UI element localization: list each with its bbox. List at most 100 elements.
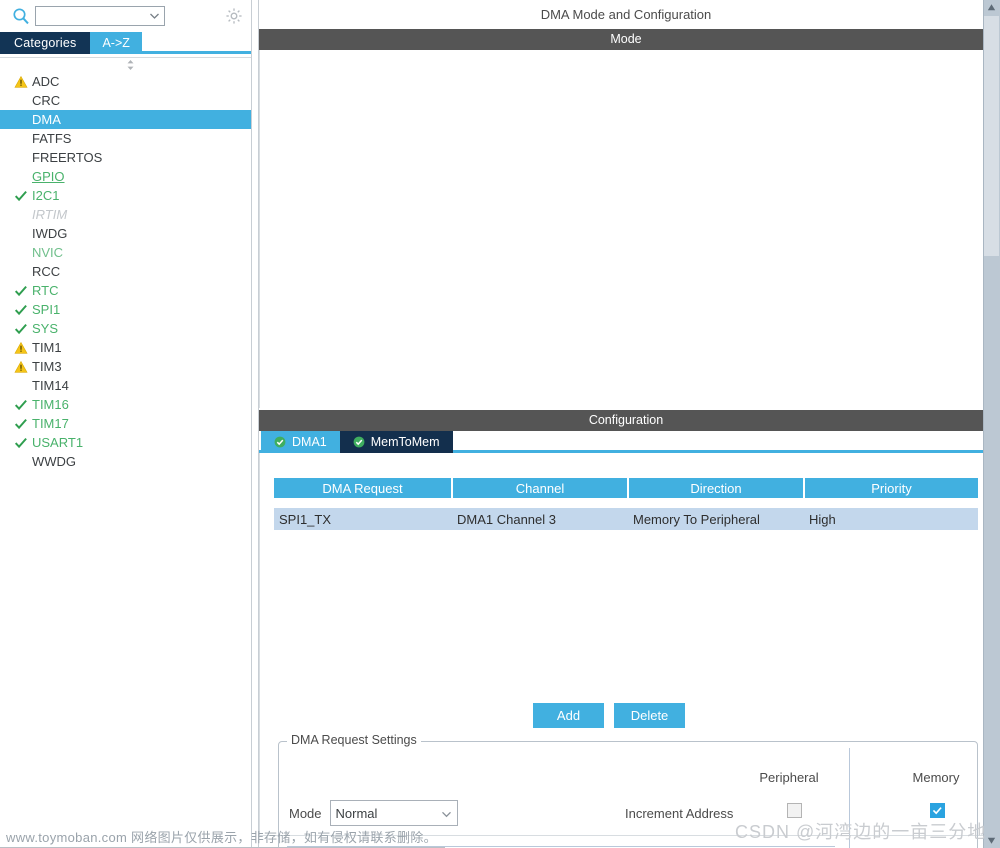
- status-placeholder-icon: [13, 245, 28, 260]
- cell-channel[interactable]: DMA1 Channel 3: [452, 508, 628, 530]
- sidebar-item-irtim[interactable]: IRTIM: [0, 205, 251, 224]
- sidebar-item-tim1[interactable]: TIM1: [0, 338, 251, 357]
- tab-dma1[interactable]: DMA1: [261, 431, 340, 453]
- warning-icon: [13, 74, 28, 89]
- increment-address-label: Increment Address: [625, 806, 733, 821]
- table-action-buttons: Add Delete: [533, 703, 685, 728]
- sidebar-item-label: NVIC: [32, 245, 63, 260]
- configuration-body: DMA Request Channel Direction Priority S…: [259, 453, 993, 836]
- check-icon: [13, 283, 28, 298]
- sidebar-item-label: WWDG: [32, 454, 76, 469]
- sidebar-item-label: FREERTOS: [32, 150, 102, 165]
- sidebar-item-rcc[interactable]: RCC: [0, 262, 251, 281]
- mode-select[interactable]: Normal: [330, 800, 458, 826]
- scroll-updown-icon[interactable]: [124, 59, 137, 71]
- tab-memtomem-label: MemToMem: [371, 435, 440, 449]
- delete-button[interactable]: Delete: [614, 703, 685, 728]
- status-placeholder-icon: [13, 93, 28, 108]
- sidebar-item-crc[interactable]: CRC: [0, 91, 251, 110]
- column-header-priority[interactable]: Priority: [804, 478, 978, 498]
- tab-memtomem[interactable]: MemToMem: [340, 431, 453, 453]
- tab-dma1-label: DMA1: [292, 435, 327, 449]
- sidebar-item-tim3[interactable]: TIM3: [0, 357, 251, 376]
- sidebar-item-tim16[interactable]: TIM16: [0, 395, 251, 414]
- sidebar-item-label: TIM17: [32, 416, 69, 431]
- status-placeholder-icon: [13, 226, 28, 241]
- sidebar-item-label: RTC: [32, 283, 58, 298]
- sidebar-item-nvic[interactable]: NVIC: [0, 243, 251, 262]
- sidebar-item-spi1[interactable]: SPI1: [0, 300, 251, 319]
- check-icon: [13, 435, 28, 450]
- table-spacer-row: [274, 498, 978, 508]
- sidebar-search-bar: [0, 0, 251, 32]
- tab-a-to-z[interactable]: A->Z: [90, 32, 141, 54]
- sidebar-item-label: TIM14: [32, 378, 69, 393]
- sidebar-item-dma[interactable]: DMA: [0, 110, 251, 129]
- warning-icon: [13, 359, 28, 374]
- search-input[interactable]: [35, 6, 165, 26]
- increment-address-peripheral-checkbox[interactable]: [787, 803, 802, 818]
- sidebar-item-tim14[interactable]: TIM14: [0, 376, 251, 395]
- sidebar-item-label: IWDG: [32, 226, 67, 241]
- sidebar-item-adc[interactable]: ADC: [0, 72, 251, 91]
- application-window: Categories A->Z ADC CRC DMA FATFS FREERTOS GP…: [0, 0, 1000, 848]
- sidebar-item-freertos[interactable]: FREERTOS: [0, 148, 251, 167]
- column-label-peripheral: Peripheral: [729, 770, 849, 785]
- cell-dma-request[interactable]: SPI1_TX: [274, 508, 452, 530]
- dma-request-settings-legend: DMA Request Settings: [287, 733, 421, 747]
- sidebar-item-label: GPIO: [32, 169, 65, 184]
- sidebar-item-label: TIM3: [32, 359, 62, 374]
- cell-priority[interactable]: High: [804, 508, 978, 530]
- status-placeholder-icon: [13, 207, 28, 222]
- gear-icon[interactable]: [225, 7, 243, 25]
- site-watermark: www.toymoban.com 网络图片仅供展示，非存储，如有侵权请联系删除。: [6, 827, 437, 846]
- sidebar-item-gpio[interactable]: GPIO: [0, 167, 251, 186]
- sidebar-item-i2c1[interactable]: I2C1: [0, 186, 251, 205]
- mode-section-body: [259, 50, 993, 408]
- sidebar-item-label: USART1: [32, 435, 83, 450]
- sidebar-item-rtc[interactable]: RTC: [0, 281, 251, 300]
- configuration-section-header: Configuration: [259, 410, 993, 431]
- peripheral-list-container: ADC CRC DMA FATFS FREERTOS GPIO I2C1 IRTIM IWDG N…: [0, 57, 251, 848]
- increment-address-memory-checkbox[interactable]: [930, 803, 945, 818]
- vertical-scrollbar[interactable]: [983, 0, 1000, 848]
- sidebar-item-label: ADC: [32, 74, 59, 89]
- sidebar-item-label: TIM16: [32, 397, 69, 412]
- sidebar-item-wwdg[interactable]: WWDG: [0, 452, 251, 471]
- sidebar-item-label: IRTIM: [32, 207, 67, 222]
- sidebar-item-sys[interactable]: SYS: [0, 319, 251, 338]
- sidebar-item-label: TIM1: [32, 340, 62, 355]
- cell-direction[interactable]: Memory To Peripheral: [628, 508, 804, 530]
- sidebar-item-iwdg[interactable]: IWDG: [0, 224, 251, 243]
- mode-section-header: Mode: [259, 29, 993, 50]
- table-row[interactable]: SPI1_TX DMA1 Channel 3 Memory To Periphe…: [274, 508, 978, 530]
- column-header-dma-request[interactable]: DMA Request: [274, 478, 452, 498]
- warning-icon: [13, 340, 28, 355]
- status-placeholder-icon: [13, 378, 28, 393]
- sidebar-item-label: DMA: [32, 112, 61, 127]
- status-placeholder-icon: [13, 264, 28, 279]
- main-panel: DMA Mode and Configuration Mode Configur…: [258, 0, 993, 848]
- chevron-down-icon: [441, 808, 452, 819]
- sidebar-item-label: FATFS: [32, 131, 71, 146]
- search-icon[interactable]: [12, 7, 30, 25]
- status-placeholder-icon: [13, 150, 28, 165]
- configuration-tabs: DMA1 MemToMem: [259, 431, 993, 453]
- sidebar-item-fatfs[interactable]: FATFS: [0, 129, 251, 148]
- sidebar-item-label: CRC: [32, 93, 60, 108]
- sidebar-item-tim17[interactable]: TIM17: [0, 414, 251, 433]
- mode-label: Mode: [289, 806, 322, 821]
- column-header-channel[interactable]: Channel: [452, 478, 628, 498]
- column-header-direction[interactable]: Direction: [628, 478, 804, 498]
- sidebar-item-label: SPI1: [32, 302, 60, 317]
- scrollbar-thumb[interactable]: [984, 16, 999, 256]
- column-label-memory: Memory: [876, 770, 996, 785]
- scroll-down-arrow-icon[interactable]: [984, 833, 999, 848]
- sidebar-item-usart1[interactable]: USART1: [0, 433, 251, 452]
- check-icon: [13, 416, 28, 431]
- scroll-up-arrow-icon[interactable]: [984, 0, 999, 15]
- add-button[interactable]: Add: [533, 703, 604, 728]
- dma-request-table: DMA Request Channel Direction Priority S…: [274, 478, 978, 530]
- status-placeholder-icon: [13, 454, 28, 469]
- tab-categories[interactable]: Categories: [0, 32, 90, 54]
